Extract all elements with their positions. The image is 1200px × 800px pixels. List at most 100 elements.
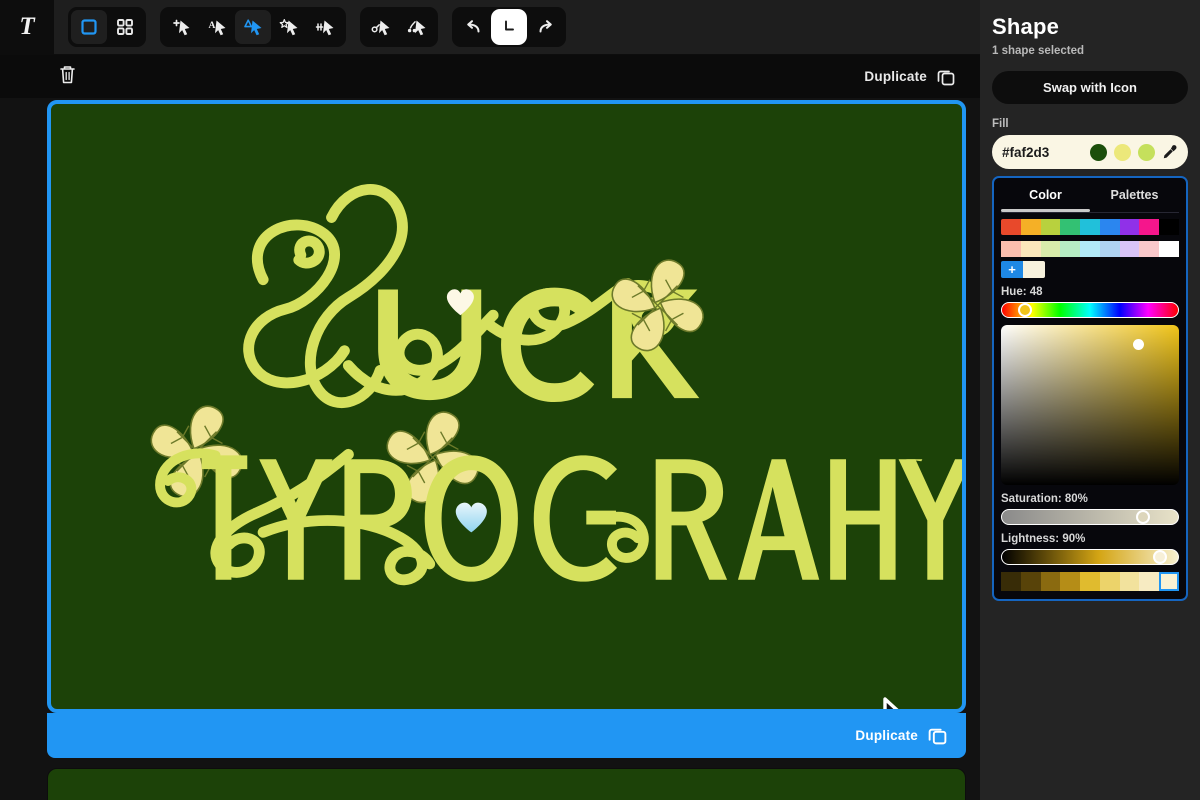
swatch[interactable] [1099,241,1120,257]
artwork-svg [144,183,962,586]
cursor-plus-icon [172,19,189,35]
select-line-tool[interactable] [307,10,343,44]
swatch[interactable] [1001,219,1021,235]
saturation-knob[interactable] [1135,510,1150,524]
panel-subtitle: 1 shape selected [992,45,1085,57]
select-shape-tool[interactable] [235,10,271,44]
artwork-lucky-typography[interactable] [51,104,962,709]
lightness-swatch[interactable] [1119,572,1140,591]
select-star-tool[interactable] [271,10,307,44]
select-all-tool[interactable] [163,10,199,44]
tab-color[interactable]: Color [1001,184,1090,209]
swatch[interactable] [1119,241,1140,257]
picker-tabs: Color Palettes [1001,184,1179,209]
editor-area: T A Duplicate Duplicate [0,0,980,800]
swatch[interactable] [1139,219,1160,235]
undo-arrow-icon [466,19,479,32]
swatch[interactable] [1080,219,1100,235]
cursor-node-icon [371,20,389,35]
saturation-slider[interactable] [1001,509,1179,525]
lightness-swatch[interactable] [1099,572,1120,591]
duplicate-label-bottom: Duplicate [855,728,918,743]
heart-blue [455,502,487,533]
hue-slider[interactable] [1001,302,1179,318]
node-tools-group [360,7,438,47]
tab-palettes[interactable]: Palettes [1090,184,1179,209]
undo-button[interactable] [455,10,491,44]
lightness-swatch-selected[interactable] [1159,572,1180,591]
lightness-knob[interactable] [1153,550,1168,564]
current-color-swatch[interactable] [1023,261,1045,278]
fill-swatch-1[interactable] [1090,143,1107,161]
swatch[interactable] [1040,219,1061,235]
panel-title: Shape [992,14,1060,39]
swatch[interactable] [1139,241,1160,257]
cursor-path-icon [407,20,425,35]
duplicate-button-top[interactable]: Duplicate [864,67,956,87]
svg-text:A: A [208,21,215,31]
cursor-star-icon [279,18,297,35]
select-node-tool[interactable] [363,10,399,44]
swatch[interactable] [1020,241,1041,257]
app-root: T A Duplicate Duplicate Shape 1 shape se… [0,0,1200,800]
swatch-row-2 [1001,241,1180,257]
swatch[interactable] [1060,241,1081,257]
cursor-shape-icon [243,18,261,35]
lightness-swatch[interactable] [1139,572,1160,591]
grid-view-button[interactable] [107,10,143,44]
canvas-toolbar: Duplicate [0,55,980,98]
fill-hex-value[interactable]: #faf2d3 [1002,145,1083,160]
lightness-label: Lightness: 90% [1001,533,1086,545]
fill-row[interactable]: #faf2d3 [992,135,1188,169]
lightness-swatch[interactable] [1040,572,1061,591]
lightness-slider[interactable] [1001,549,1179,565]
cursor-text-icon: A [208,20,225,35]
swatch[interactable] [1040,241,1061,257]
add-color-row: + [1001,261,1179,278]
artboard[interactable] [47,100,966,713]
fill-swatch-2[interactable] [1114,143,1131,161]
app-logo[interactable]: T [0,0,54,55]
properties-panel: Shape 1 shape selected Swap with Icon Fi… [980,0,1200,800]
swatch[interactable] [1020,219,1041,235]
swatch[interactable] [1001,241,1021,257]
swatch[interactable] [1159,241,1180,257]
artboard-next[interactable] [47,768,966,800]
saturation-label: Saturation: 80% [1001,493,1088,505]
swatch[interactable] [1099,219,1120,235]
swatch[interactable] [1159,219,1180,235]
fill-swatch-3[interactable] [1138,143,1155,161]
lightness-swatch[interactable] [1020,572,1041,591]
eyedropper-icon[interactable] [1162,144,1178,160]
lightness-swatch[interactable] [1060,572,1081,591]
select-text-tool[interactable]: A [199,10,235,44]
redo-button[interactable] [527,10,563,44]
swatch-row-1 [1001,219,1180,235]
delete-button[interactable] [58,64,77,90]
swap-with-icon-button[interactable]: Swap with Icon [992,71,1188,104]
saturation-value-square[interactable] [1001,325,1179,485]
history-group [452,7,566,47]
hue-knob[interactable] [1017,303,1032,317]
lightness-swatch[interactable] [1001,572,1021,591]
swatch[interactable] [1060,219,1081,235]
trash-icon [60,65,75,83]
cursor-line-icon [315,20,333,35]
lightness-swatch[interactable] [1080,572,1100,591]
single-view-button[interactable] [71,10,107,44]
copy-icon [928,728,947,745]
swatch[interactable] [1119,219,1140,235]
clock-icon [504,20,514,30]
square-outline-icon [81,19,97,35]
tab-active-underline [1001,209,1090,212]
grid-four-icon [117,19,133,35]
duplicate-bar[interactable]: Duplicate [47,713,966,758]
color-picker: Color Palettes + Hue: 48 Saturation: 80%… [992,176,1188,601]
add-color-button[interactable]: + [1001,261,1023,278]
top-toolbar: T A [0,0,980,55]
fill-label: Fill [992,118,1009,130]
swatch[interactable] [1080,241,1100,257]
history-button[interactable] [491,9,527,45]
sv-marker[interactable] [1132,339,1144,351]
select-path-tool[interactable] [399,10,435,44]
